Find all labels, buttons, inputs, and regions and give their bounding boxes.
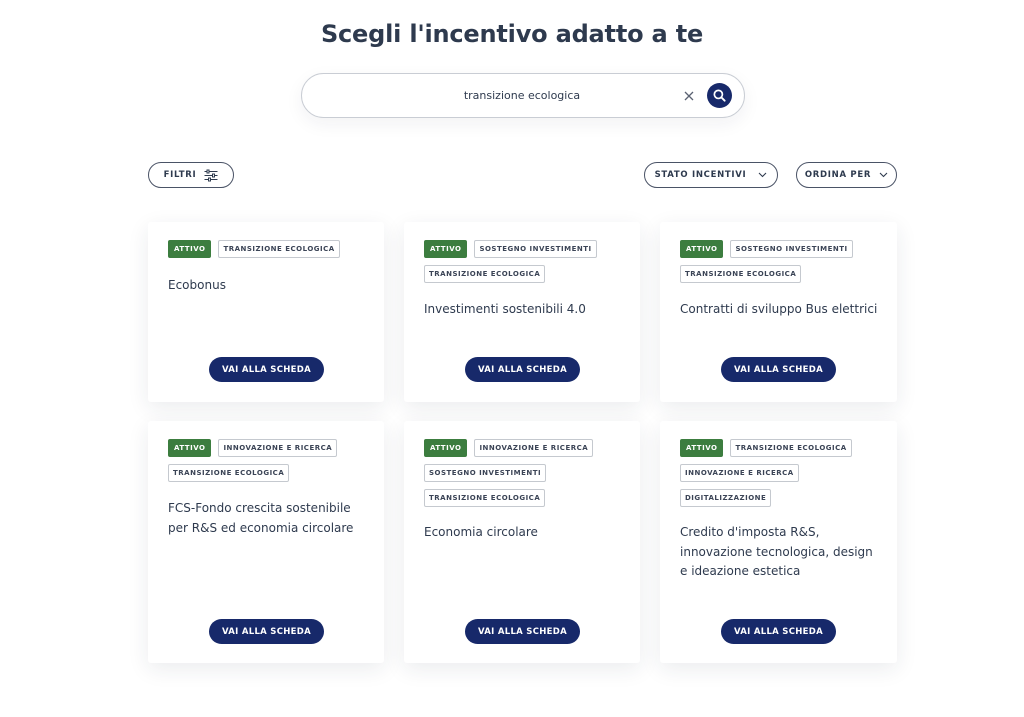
stato-incentivi-dropdown[interactable]: STATO INCENTIVI	[644, 162, 778, 188]
incentive-card: ATTIVO TRANSIZIONE ECOLOGICA INNOVAZIONE…	[660, 421, 897, 663]
incentive-title: Economia circolare	[424, 525, 538, 539]
incentive-title: Investimenti sostenibili 4.0	[424, 302, 586, 316]
status-badge: ATTIVO	[680, 439, 724, 457]
view-details-button[interactable]: VAI ALLA SCHEDA	[209, 619, 324, 644]
view-details-button[interactable]: VAI ALLA SCHEDA	[721, 357, 836, 382]
category-tag: TRANSIZIONE ECOLOGICA	[424, 265, 546, 283]
view-details-button[interactable]: VAI ALLA SCHEDA	[465, 619, 580, 644]
category-tag: INNOVAZIONE E RICERCA	[680, 464, 799, 482]
tag-list: ATTIVO INNOVAZIONE E RICERCA SOSTEGNO IN…	[424, 439, 626, 514]
view-details-button[interactable]: VAI ALLA SCHEDA	[721, 619, 836, 644]
category-tag: SOSTEGNO INVESTIMENTI	[474, 240, 597, 258]
page-title: Scegli l'incentivo adatto a te	[320, 20, 704, 48]
category-tag: TRANSIZIONE ECOLOGICA	[168, 464, 290, 482]
status-badge: ATTIVO	[168, 240, 212, 258]
tag-list: ATTIVO TRANSIZIONE ECOLOGICA	[168, 240, 370, 265]
ordina-per-label: ORDINA PER	[804, 170, 872, 180]
incentive-title: FCS-Fondo crescita sostenibile per R&S e…	[168, 501, 354, 535]
tag-list: ATTIVO SOSTEGNO INVESTIMENTI TRANSIZIONE…	[424, 240, 626, 290]
incentive-title: Contratti di sviluppo Bus elettrici	[680, 302, 878, 316]
incentive-card: ATTIVO INNOVAZIONE E RICERCA TRANSIZIONE…	[148, 421, 384, 663]
filters-label: FILTRI	[163, 170, 197, 180]
incentive-title: Ecobonus	[168, 278, 226, 292]
close-icon[interactable]	[682, 88, 696, 102]
incentive-card: ATTIVO SOSTEGNO INVESTIMENTI TRANSIZIONE…	[660, 222, 897, 402]
category-tag: INNOVAZIONE E RICERCA	[218, 439, 338, 457]
chevron-down-icon	[759, 172, 767, 178]
category-tag: TRANSIZIONE ECOLOGICA	[730, 439, 852, 457]
tag-list: ATTIVO SOSTEGNO INVESTIMENTI TRANSIZIONE…	[680, 240, 883, 290]
category-tag: TRANSIZIONE ECOLOGICA	[424, 489, 546, 507]
incentive-card: ATTIVO TRANSIZIONE ECOLOGICA Ecobonus VA…	[148, 222, 384, 402]
category-tag: SOSTEGNO INVESTIMENTI	[730, 240, 853, 258]
category-tag: SOSTEGNO INVESTIMENTI	[424, 464, 547, 482]
incentive-card: ATTIVO INNOVAZIONE E RICERCA SOSTEGNO IN…	[404, 421, 640, 663]
incentive-title: Credito d'imposta R&S, innovazione tecno…	[680, 525, 873, 578]
sliders-icon	[204, 169, 218, 181]
status-badge: ATTIVO	[424, 439, 468, 457]
incentive-card: ATTIVO SOSTEGNO INVESTIMENTI TRANSIZIONE…	[404, 222, 640, 402]
tag-list: ATTIVO INNOVAZIONE E RICERCA TRANSIZIONE…	[168, 439, 370, 489]
category-tag: TRANSIZIONE ECOLOGICA	[218, 240, 340, 258]
category-tag: DIGITALIZZAZIONE	[680, 489, 772, 507]
tag-list: ATTIVO TRANSIZIONE ECOLOGICA INNOVAZIONE…	[680, 439, 883, 514]
stato-incentivi-label: STATO INCENTIVI	[654, 170, 747, 180]
status-badge: ATTIVO	[424, 240, 468, 258]
view-details-button[interactable]: VAI ALLA SCHEDA	[209, 357, 324, 382]
category-tag: INNOVAZIONE E RICERCA	[474, 439, 594, 457]
chevron-down-icon	[879, 172, 888, 178]
ordina-per-dropdown[interactable]: ORDINA PER	[796, 162, 897, 188]
search-box	[301, 73, 745, 118]
status-badge: ATTIVO	[680, 240, 724, 258]
search-icon	[713, 89, 726, 102]
search-button[interactable]	[707, 83, 732, 108]
search-input[interactable]	[362, 74, 682, 117]
status-badge: ATTIVO	[168, 439, 212, 457]
filters-button[interactable]: FILTRI	[148, 162, 234, 188]
view-details-button[interactable]: VAI ALLA SCHEDA	[465, 357, 580, 382]
category-tag: TRANSIZIONE ECOLOGICA	[680, 265, 802, 283]
